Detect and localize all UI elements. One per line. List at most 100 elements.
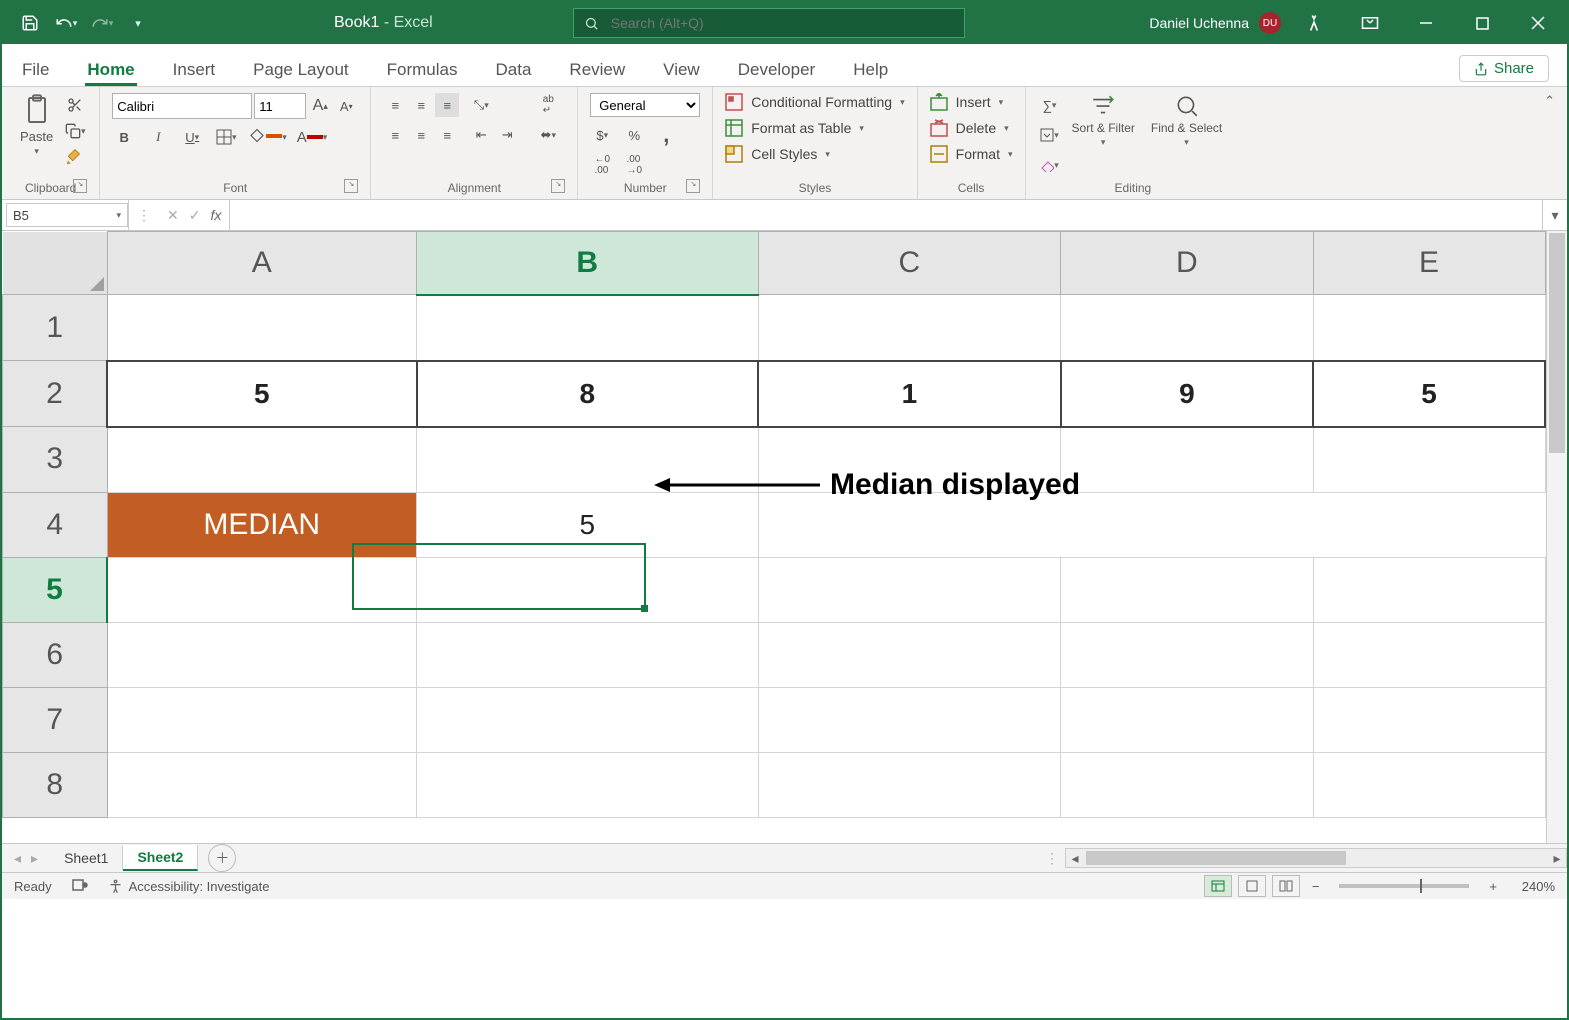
alignment-launcher-icon[interactable]: ↘	[551, 179, 565, 193]
cell-a2[interactable]: 5	[107, 361, 417, 427]
increase-indent-button[interactable]: ⇥	[495, 123, 519, 147]
share-button[interactable]: Share	[1459, 55, 1549, 82]
row-header-5[interactable]: 5	[3, 557, 108, 622]
align-center-button[interactable]: ≡	[409, 123, 433, 147]
tab-insert[interactable]: Insert	[171, 54, 218, 86]
maximize-button[interactable]	[1459, 2, 1505, 44]
col-header-c[interactable]: C	[758, 232, 1061, 295]
clipboard-launcher-icon[interactable]: ↘	[73, 179, 87, 193]
row-header-8[interactable]: 8	[3, 752, 108, 817]
find-select-button[interactable]: Find & Select▾	[1145, 93, 1228, 148]
number-launcher-icon[interactable]: ↘	[686, 179, 700, 193]
conditional-formatting-button[interactable]: Conditional Formatting ▾	[725, 93, 904, 111]
minimize-button[interactable]	[1403, 2, 1449, 44]
add-sheet-button[interactable]: ＋	[208, 844, 236, 872]
align-top-button[interactable]: ≡	[383, 93, 407, 117]
tab-help[interactable]: Help	[851, 54, 890, 86]
sheet-tab-sheet2[interactable]: Sheet2	[123, 845, 198, 871]
accounting-button[interactable]: $▾	[590, 123, 614, 147]
spreadsheet-grid[interactable]: A B C D E 1 2 5 8 1 9 5 3 4 MEDIAN 5 5 6…	[2, 231, 1546, 818]
select-all-corner[interactable]	[3, 232, 108, 295]
tab-page-layout[interactable]: Page Layout	[251, 54, 350, 86]
row-header-2[interactable]: 2	[3, 361, 108, 427]
delete-cells-button[interactable]: Delete ▾	[930, 119, 1009, 137]
increase-decimal-button[interactable]: ←0.00	[590, 153, 614, 177]
fill-button[interactable]: ▾	[1038, 123, 1062, 147]
decrease-decimal-button[interactable]: .00→0	[622, 153, 646, 177]
zoom-out-button[interactable]: −	[1306, 879, 1326, 894]
tab-file[interactable]: File	[20, 54, 51, 86]
horizontal-scrollbar[interactable]: ◂▸	[1065, 848, 1567, 868]
cell-c2[interactable]: 1	[758, 361, 1061, 427]
tab-split-icon[interactable]: ⋮	[1045, 850, 1059, 867]
sheet-tab-sheet1[interactable]: Sheet1	[50, 846, 123, 870]
tab-data[interactable]: Data	[494, 54, 534, 86]
collapse-ribbon-icon[interactable]: ⌃	[1532, 87, 1567, 199]
insert-cells-button[interactable]: Insert ▾	[930, 93, 1004, 111]
coming-soon-icon[interactable]	[1291, 2, 1337, 44]
user-name[interactable]: Daniel Uchenna	[1149, 15, 1249, 31]
macro-record-icon[interactable]	[72, 877, 88, 896]
percent-button[interactable]: %	[622, 123, 646, 147]
qat-customize-icon[interactable]: ▾	[122, 7, 154, 39]
search-box[interactable]	[573, 8, 965, 38]
col-header-d[interactable]: D	[1061, 232, 1313, 295]
clear-button[interactable]: ▾	[1038, 153, 1062, 177]
col-header-b[interactable]: B	[417, 232, 759, 295]
font-color-button[interactable]: A▾	[297, 125, 328, 149]
orientation-button[interactable]: ⤡▾	[469, 93, 493, 117]
paste-button[interactable]: Paste▾	[14, 93, 59, 157]
borders-button[interactable]: ▾	[214, 125, 238, 149]
cell-d2[interactable]: 9	[1061, 361, 1313, 427]
tab-formulas[interactable]: Formulas	[385, 54, 460, 86]
enter-formula-icon[interactable]: ✓	[189, 207, 201, 224]
tab-home[interactable]: Home	[85, 54, 136, 86]
sort-filter-button[interactable]: Sort & Filter▾	[1066, 93, 1141, 148]
align-right-button[interactable]: ≡	[435, 123, 459, 147]
wrap-text-button[interactable]: ab↵	[531, 93, 565, 117]
redo-icon[interactable]: ▾	[86, 7, 118, 39]
cell-b5-selected[interactable]	[417, 557, 759, 622]
row-header-7[interactable]: 7	[3, 687, 108, 752]
accessibility-status[interactable]: Accessibility: Investigate	[108, 879, 270, 894]
col-header-a[interactable]: A	[107, 232, 417, 295]
font-name-select[interactable]	[112, 93, 252, 119]
ribbon-mode-icon[interactable]	[1347, 2, 1393, 44]
decrease-indent-button[interactable]: ⇤	[469, 123, 493, 147]
sheet-nav-next-icon[interactable]: ▸	[31, 850, 38, 867]
undo-icon[interactable]: ▾	[50, 7, 82, 39]
formula-input[interactable]	[229, 200, 1542, 230]
vertical-scrollbar[interactable]	[1546, 231, 1567, 843]
row-header-4[interactable]: 4	[3, 492, 108, 557]
tab-view[interactable]: View	[661, 54, 702, 86]
zoom-slider[interactable]	[1339, 884, 1469, 888]
comma-button[interactable]: ,	[654, 123, 678, 147]
cell-b2[interactable]: 8	[417, 361, 759, 427]
fx-icon[interactable]: fx	[210, 207, 221, 223]
row-header-1[interactable]: 1	[3, 295, 108, 361]
zoom-level[interactable]: 240%	[1509, 879, 1555, 894]
align-middle-button[interactable]: ≡	[409, 93, 433, 117]
align-left-button[interactable]: ≡	[383, 123, 407, 147]
namebox-expand-icon[interactable]: ⋮	[128, 200, 159, 230]
merge-center-button[interactable]: ⬌▾	[531, 123, 565, 147]
save-icon[interactable]	[14, 7, 46, 39]
search-input[interactable]	[609, 14, 913, 32]
view-page-layout-button[interactable]	[1238, 875, 1266, 897]
row-header-3[interactable]: 3	[3, 427, 108, 493]
cancel-formula-icon[interactable]: ✕	[167, 207, 179, 224]
view-page-break-button[interactable]	[1272, 875, 1300, 897]
cell-a4[interactable]: MEDIAN	[107, 492, 417, 557]
underline-button[interactable]: U▾	[180, 125, 204, 149]
format-as-table-button[interactable]: Format as Table ▾	[725, 119, 864, 137]
bold-button[interactable]: B	[112, 125, 136, 149]
cut-button[interactable]	[63, 93, 87, 117]
sheet-nav-prev-icon[interactable]: ◂	[14, 850, 21, 867]
view-normal-button[interactable]	[1204, 875, 1232, 897]
font-launcher-icon[interactable]: ↘	[344, 179, 358, 193]
increase-font-button[interactable]: A▴	[308, 94, 332, 118]
align-bottom-button[interactable]: ≡	[435, 93, 459, 117]
font-size-select[interactable]	[254, 93, 306, 119]
row-header-6[interactable]: 6	[3, 622, 108, 687]
format-painter-button[interactable]	[63, 145, 87, 169]
